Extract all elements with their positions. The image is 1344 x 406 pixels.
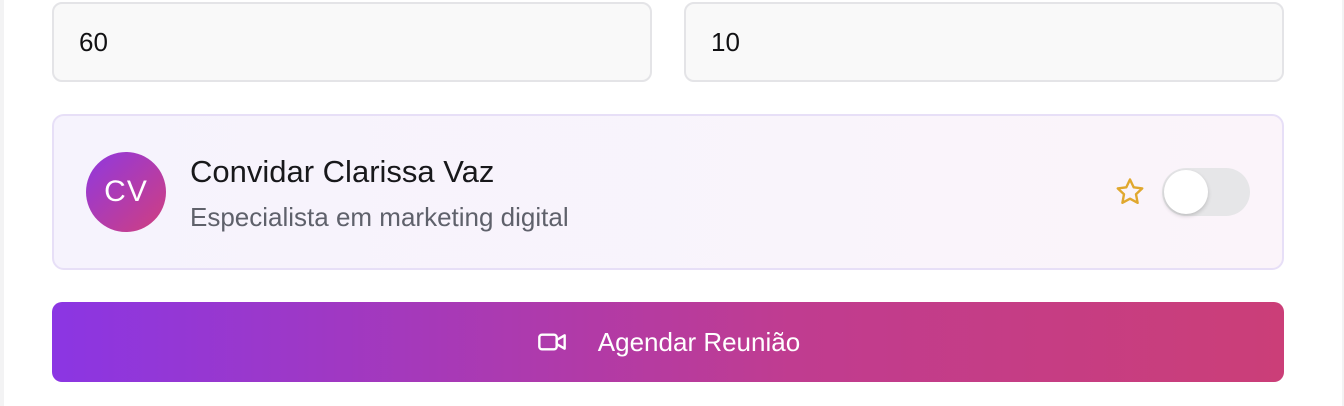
avatar: CV — [86, 152, 166, 232]
invite-toggle[interactable] — [1162, 168, 1250, 216]
video-camera-icon — [537, 333, 566, 351]
schedule-meeting-label: Agendar Reunião — [597, 326, 801, 357]
form-panel: CV Convidar Clarissa Vaz Especialista em… — [4, 0, 1342, 406]
avatar-initials: CV — [104, 175, 148, 208]
duration-input[interactable] — [79, 26, 650, 58]
toggle-knob — [1164, 170, 1208, 214]
duration-field[interactable] — [52, 2, 652, 82]
schedule-meeting-button[interactable]: Agendar Reunião — [52, 302, 1284, 382]
invite-card: CV Convidar Clarissa Vaz Especialista em… — [52, 114, 1284, 270]
invite-name: Convidar Clarissa Vaz — [190, 154, 495, 189]
invite-role: Especialista em marketing digital — [190, 202, 569, 232]
buffer-input[interactable] — [711, 26, 1282, 58]
buffer-field[interactable] — [684, 2, 1284, 82]
star-icon[interactable] — [1114, 176, 1146, 208]
